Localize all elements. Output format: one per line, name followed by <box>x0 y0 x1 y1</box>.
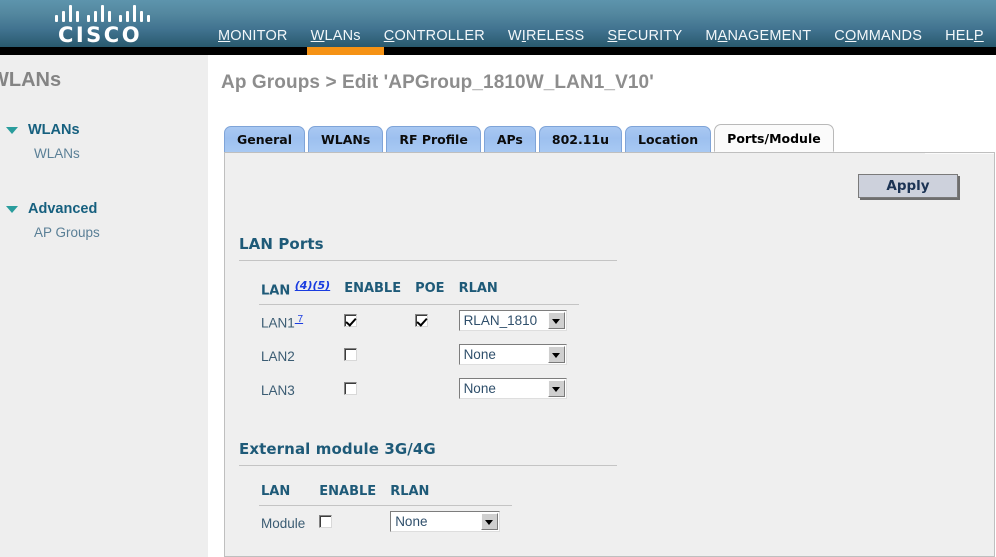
cisco-wordmark: CISCO <box>57 23 143 47</box>
nav-item-controller[interactable]: CONTROLLER <box>384 28 485 44</box>
apply-button[interactable]: Apply <box>858 174 958 198</box>
header-underbar <box>0 47 996 55</box>
chevron-down-icon[interactable] <box>481 513 499 530</box>
nav-item-wlans[interactable]: WLANs <box>311 28 361 44</box>
lan-footnote-link[interactable]: (4)(5) <box>295 279 330 292</box>
cell-lan-name: LAN1 7 <box>259 305 342 340</box>
sidebar-item-ap-groups[interactable]: AP Groups <box>34 224 204 241</box>
external-module-section: External module 3G/4G LAN ENABLE RLAN Mo… <box>239 440 617 540</box>
triangle-down-icon <box>6 206 18 213</box>
lan-label: LAN1 <box>261 315 295 331</box>
column-header-rlan: RLAN <box>388 484 513 506</box>
sidebar-item-wlans[interactable]: WLANs <box>34 145 204 162</box>
rlan-select[interactable]: None <box>458 344 567 366</box>
main-content: Ap Groups > Edit 'APGroup_1810W_LAN1_V10… <box>220 55 996 557</box>
table-row: LAN3 None <box>259 373 579 407</box>
enable-checkbox[interactable] <box>344 348 358 362</box>
triangle-down-icon <box>6 127 18 134</box>
nav-item-monitor[interactable]: MONITOR <box>218 28 288 44</box>
table-row: Module None <box>259 506 512 541</box>
sidebar-group-header-wlans[interactable]: WLANs <box>4 121 204 139</box>
rlan-select[interactable]: None <box>458 378 567 400</box>
sidebar: WLANs WLANs WLANs Advanced AP Groups <box>0 55 209 557</box>
nav-item-help[interactable]: HELP <box>945 28 984 44</box>
tab-802-11u[interactable]: 802.11u <box>538 126 623 152</box>
nav-item-security[interactable]: SECURITY <box>607 28 682 44</box>
page-title: Ap Groups > Edit 'APGroup_1810W_LAN1_V10… <box>221 72 654 93</box>
lan-label: LAN3 <box>261 382 295 398</box>
nav-item-management[interactable]: MANAGEMENT <box>705 28 811 44</box>
sidebar-group-wlans: WLANs WLANs <box>4 121 204 162</box>
chevron-down-icon[interactable] <box>547 312 565 330</box>
tab-aps[interactable]: APs <box>483 126 536 152</box>
table-row: LAN2 None <box>259 339 579 373</box>
cell-rlan: None <box>457 339 579 373</box>
select-value: None <box>395 514 428 529</box>
cell-module-name: Module <box>261 515 306 531</box>
tab-rf-profile[interactable]: RF Profile <box>386 126 481 152</box>
cell-enable <box>342 305 413 340</box>
tab-panel-ports-module: Apply LAN Ports LAN (4)(5) ENABLE POE RL… <box>224 152 995 557</box>
main-navigation: MONITOR WLANs CONTROLLER WIRELESS SECURITY MA… <box>218 28 996 47</box>
enable-checkbox[interactable] <box>344 314 358 328</box>
cell-poe <box>413 373 456 407</box>
sidebar-title: WLANs <box>0 69 62 91</box>
sidebar-group-advanced: Advanced AP Groups <box>4 200 204 241</box>
cisco-logo: CISCO <box>47 5 153 46</box>
module-rlan-select[interactable]: None <box>390 511 501 532</box>
tab-general[interactable]: General <box>224 126 305 152</box>
poe-checkbox[interactable] <box>415 314 429 328</box>
cell-enable <box>317 506 388 541</box>
sidebar-group-label: Advanced <box>28 201 98 217</box>
chevron-down-icon[interactable] <box>547 380 565 398</box>
cell-lan-name: LAN2 <box>259 339 342 373</box>
app-header: CISCO MONITOR WLANs CONTROLLER WIRELESS SECU… <box>0 0 996 47</box>
external-module-table: LAN ENABLE RLAN Module None <box>259 484 513 541</box>
module-enable-checkbox[interactable] <box>319 515 333 528</box>
external-module-title: External module 3G/4G <box>239 440 617 466</box>
cell-rlan: None <box>388 506 512 541</box>
cell-enable <box>342 373 413 407</box>
column-header-lan: LAN <box>259 484 318 506</box>
table-row: LAN1 7 RLAN_1810 <box>259 305 579 340</box>
lan-ports-table: LAN (4)(5) ENABLE POE RLAN LAN1 7 RLAN_18… <box>259 279 579 407</box>
nav-item-wireless[interactable]: WIRELESS <box>508 28 585 44</box>
table-header-row: LAN ENABLE RLAN <box>259 484 513 506</box>
cisco-logo-bars <box>55 5 151 22</box>
cell-enable <box>342 339 413 373</box>
lan-ports-title: LAN Ports <box>239 235 617 261</box>
tab-wlans[interactable]: WLANs <box>308 126 384 152</box>
cell-rlan: None <box>457 373 579 407</box>
column-header-rlan: RLAN <box>456 279 579 306</box>
rlan-select[interactable]: RLAN_1810 <box>458 310 567 332</box>
cell-rlan: RLAN_1810 <box>457 305 579 340</box>
column-header-lan: LAN (4)(5) <box>259 279 343 306</box>
cell-poe <box>413 305 456 340</box>
table-header-row: LAN (4)(5) ENABLE POE RLAN <box>259 279 579 306</box>
cell-lan-name: LAN3 <box>259 373 342 407</box>
select-value: None <box>463 381 496 397</box>
column-header-enable: ENABLE <box>317 484 389 506</box>
cell-poe <box>413 339 456 373</box>
active-nav-indicator <box>307 47 384 55</box>
tab-location[interactable]: Location <box>625 126 712 152</box>
lan-label: LAN2 <box>261 348 295 364</box>
nav-item-commands[interactable]: COMMANDS <box>834 28 922 44</box>
select-value: RLAN_1810 <box>463 313 538 329</box>
lan-footnote-link[interactable]: 7 <box>295 314 304 325</box>
column-header-poe: POE <box>413 279 457 306</box>
column-header-enable: ENABLE <box>342 279 414 306</box>
sidebar-group-label: WLANs <box>28 122 80 138</box>
chevron-down-icon[interactable] <box>547 346 565 364</box>
enable-checkbox[interactable] <box>344 382 358 396</box>
tab-ports-module[interactable]: Ports/Module <box>714 124 834 152</box>
select-value: None <box>463 347 496 363</box>
tab-bar: General WLANs RF Profile APs 802.11u Location… <box>224 124 837 154</box>
active-tab-joint <box>925 153 994 154</box>
lan-ports-section: LAN Ports LAN (4)(5) ENABLE POE RLAN LAN… <box>239 235 617 407</box>
sidebar-group-header-advanced[interactable]: Advanced <box>4 200 204 218</box>
